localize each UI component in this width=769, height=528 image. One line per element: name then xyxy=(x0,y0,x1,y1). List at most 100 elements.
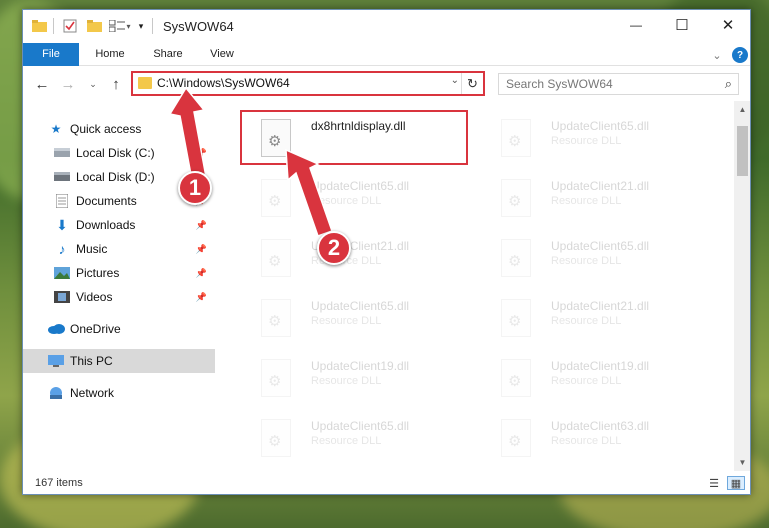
address-bar[interactable]: C:\Windows\SysWOW64 ⌄ ↻ xyxy=(131,71,485,96)
file-item[interactable]: ⚙ UpdateClient65.dll Resource DLL xyxy=(243,291,473,345)
gear-icon: ⚙ xyxy=(508,133,522,150)
sidebar-item-network[interactable]: Network xyxy=(23,381,215,405)
details-view-icon[interactable]: ☰ xyxy=(705,476,723,490)
sidebar-item-label: Downloads xyxy=(76,218,136,232)
sidebar-item-pictures[interactable]: Pictures 📌 xyxy=(23,261,215,285)
sidebar-item-quick-access[interactable]: ★ Quick access xyxy=(23,117,215,141)
up-arrow-icon[interactable]: ↑ xyxy=(107,75,125,93)
explorer-window: ▾ ▾ SysWOW64 — ☐ ✕ File Home Share View … xyxy=(22,9,751,495)
status-bar: 167 items ☰ ▦ xyxy=(23,471,750,494)
back-arrow-icon[interactable]: ← xyxy=(33,75,51,93)
gear-icon: ⚙ xyxy=(508,253,522,270)
videos-icon xyxy=(53,289,71,305)
sidebar-item-local-disk-c[interactable]: Local Disk (C:) 📌 xyxy=(23,141,215,165)
highlight-box xyxy=(240,110,468,165)
refresh-icon[interactable]: ↻ xyxy=(461,73,483,94)
file-type: Resource DLL xyxy=(551,195,622,207)
pictures-icon xyxy=(53,265,71,281)
large-icons-view-icon[interactable]: ▦ xyxy=(727,476,745,490)
file-type: Resource DLL xyxy=(311,315,382,327)
tab-view[interactable]: View xyxy=(199,43,245,66)
minimize-button[interactable]: — xyxy=(613,10,659,40)
scroll-up-icon[interactable]: ▲ xyxy=(734,101,750,118)
file-item[interactable]: ⚙ UpdateClient19.dll Resource DLL xyxy=(483,351,713,405)
sidebar-item-label: Documents xyxy=(76,194,137,208)
file-item[interactable]: ⚙ UpdateClient65.dll Resource DLL xyxy=(483,231,713,285)
file-item[interactable]: ⚙ UpdateClient63.dll Resource DLL xyxy=(483,411,713,465)
scroll-down-icon[interactable]: ▼ xyxy=(734,454,750,471)
cloud-icon xyxy=(47,321,65,337)
navigation-pane: ★ Quick access Local Disk (C:) 📌 Local D… xyxy=(23,101,219,471)
pin-icon[interactable]: 📌 xyxy=(196,220,207,231)
customize-toolbar-icon[interactable]: ▾ xyxy=(135,17,147,35)
tab-share[interactable]: Share xyxy=(143,43,193,66)
file-type: Resource DLL xyxy=(551,375,622,387)
dll-file-icon: ⚙ xyxy=(501,239,531,277)
sidebar-item-label: Quick access xyxy=(70,122,142,136)
file-item[interactable]: ⚙ UpdateClient21.dll Resource DLL xyxy=(243,231,473,285)
file-name: UpdateClient65.dll xyxy=(551,119,650,133)
file-item[interactable]: ⚙ UpdateClient65.dll Resource DLL xyxy=(243,411,473,465)
scrollbar-thumb[interactable] xyxy=(737,126,748,176)
pin-icon[interactable]: 📌 xyxy=(196,244,207,255)
dll-file-icon: ⚙ xyxy=(501,359,531,397)
dll-file-icon: ⚙ xyxy=(261,179,291,217)
search-placeholder: Search SysWOW64 xyxy=(506,77,613,91)
sidebar-item-videos[interactable]: Videos 📌 xyxy=(23,285,215,309)
file-list: ⚙ dx8hrtnldisplay.dll ⚙ UpdateClient65.d… xyxy=(223,101,734,471)
divider xyxy=(152,18,153,34)
help-icon[interactable]: ? xyxy=(732,47,748,63)
gear-icon: ⚙ xyxy=(268,433,282,450)
pin-icon[interactable]: 📌 xyxy=(196,268,207,279)
maximize-button[interactable]: ☐ xyxy=(659,10,705,40)
vertical-scrollbar[interactable]: ▲ ▼ xyxy=(734,101,750,471)
sidebar-item-music[interactable]: ♪ Music 📌 xyxy=(23,237,215,261)
folder-icon xyxy=(138,77,152,89)
item-count: 167 items xyxy=(35,477,83,489)
drive-icon xyxy=(53,169,71,185)
pin-icon[interactable]: 📌 xyxy=(196,148,207,159)
drive-icon xyxy=(53,145,71,161)
dll-file-icon: ⚙ xyxy=(261,239,291,277)
file-item[interactable]: ⚙ UpdateClient19.dll Resource DLL xyxy=(243,351,473,405)
sidebar-item-label: Pictures xyxy=(76,266,120,280)
title-bar: ▾ ▾ SysWOW64 — ☐ ✕ xyxy=(23,10,750,43)
expand-ribbon-icon[interactable]: ⌄ xyxy=(709,47,725,63)
sidebar-item-onedrive[interactable]: OneDrive xyxy=(23,317,215,341)
file-item[interactable]: ⚙ UpdateClient21.dll Resource DLL xyxy=(483,291,713,345)
view-options-icon[interactable]: ▾ xyxy=(107,17,133,35)
gear-icon: ⚙ xyxy=(508,313,522,330)
network-icon xyxy=(47,385,65,401)
step-badge-1: 1 xyxy=(178,171,212,205)
sidebar-item-label: Music xyxy=(76,242,108,256)
file-type: Resource DLL xyxy=(551,135,622,147)
folder-icon xyxy=(31,17,47,35)
window-title: SysWOW64 xyxy=(163,19,234,34)
file-name: UpdateClient63.dll xyxy=(551,419,650,433)
gear-icon: ⚙ xyxy=(268,253,282,270)
gear-icon: ⚙ xyxy=(508,373,522,390)
gear-icon: ⚙ xyxy=(508,193,522,210)
file-name: UpdateClient19.dll xyxy=(551,359,650,373)
ribbon-tabs: File Home Share View ⌄ ? xyxy=(23,43,750,66)
sidebar-item-downloads[interactable]: ⬇ Downloads 📌 xyxy=(23,213,215,237)
tab-home[interactable]: Home xyxy=(85,43,135,66)
file-item[interactable]: ⚙ UpdateClient65.dll Resource DLL xyxy=(483,111,713,165)
search-input[interactable]: Search SysWOW64 ⌕ xyxy=(498,73,739,95)
tab-file[interactable]: File xyxy=(23,43,79,66)
file-type: Resource DLL xyxy=(311,435,382,447)
dll-file-icon: ⚙ xyxy=(261,419,291,457)
sidebar-item-label: Local Disk (C:) xyxy=(76,146,155,160)
recent-locations-icon[interactable]: ⌄ xyxy=(87,75,99,93)
new-folder-icon[interactable] xyxy=(85,17,103,35)
step-badge-2: 2 xyxy=(317,231,351,265)
file-item[interactable]: ⚙ UpdateClient65.dll Resource DLL xyxy=(243,171,473,225)
sidebar-item-this-pc[interactable]: This PC xyxy=(23,349,215,373)
close-button[interactable]: ✕ xyxy=(705,10,750,40)
file-item[interactable]: ⚙ UpdateClient21.dll Resource DLL xyxy=(483,171,713,225)
pin-icon[interactable]: 📌 xyxy=(196,292,207,303)
chevron-down-icon[interactable]: ⌄ xyxy=(451,75,459,86)
forward-arrow-icon[interactable]: → xyxy=(59,75,77,93)
computer-icon xyxy=(47,353,65,369)
properties-icon[interactable] xyxy=(61,17,79,35)
